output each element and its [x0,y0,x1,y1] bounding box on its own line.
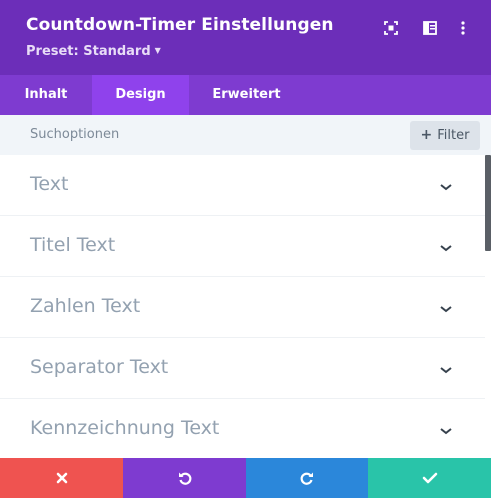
section-titel-text[interactable]: Titel Text [0,216,485,277]
tab-erweitert[interactable]: Erweitert [189,75,304,115]
section-label: Kennzeichnung Text [30,417,220,439]
section-label: Titel Text [30,234,116,256]
undo-icon [178,472,191,485]
redo-button[interactable] [246,458,368,498]
preset-label: Preset: Standard [26,44,151,59]
chevron-down-icon [440,428,452,435]
tab-inhalt[interactable]: Inhalt [0,75,92,115]
plus-icon: + [420,127,433,143]
caret-down-icon: ▼ [154,46,161,55]
check-icon [422,472,437,484]
section-kennzeichnung-text[interactable]: Kennzeichnung Text [0,399,485,458]
chevron-down-icon [440,184,452,191]
section-label: Separator Text [30,356,169,378]
section-label: Text [30,173,69,195]
chevron-down-icon [440,367,452,374]
save-button[interactable] [368,458,491,498]
section-zahlen-text[interactable]: Zahlen Text [0,277,485,338]
settings-sections: Text Titel Text Zahlen Text Separator Te… [0,155,485,458]
scrollbar-thumb[interactable] [485,155,491,251]
preset-selector[interactable]: Preset: Standard ▼ [26,44,161,59]
section-text[interactable]: Text [0,155,485,216]
tab-bar: Inhalt Design Erweitert [0,75,491,115]
section-separator-text[interactable]: Separator Text [0,338,485,399]
sidebar-layout-icon[interactable] [422,20,438,36]
chevron-down-icon [440,245,452,252]
redo-icon [300,472,313,485]
settings-header: Countdown-Timer Einstellungen Preset: St… [0,0,491,75]
focus-icon[interactable] [383,20,399,36]
close-icon [56,472,67,484]
more-icon[interactable] [455,20,471,36]
section-label: Zahlen Text [30,295,141,317]
filter-label: Filter [437,128,470,143]
filter-button[interactable]: + Filter [410,121,480,150]
search-options-input[interactable]: Suchoptionen [30,127,119,142]
action-footer [0,458,491,498]
tab-design[interactable]: Design [92,75,189,115]
cancel-button[interactable] [0,458,123,498]
chevron-down-icon [440,306,452,313]
undo-button[interactable] [123,458,246,498]
modal-title: Countdown-Timer Einstellungen [26,15,334,35]
